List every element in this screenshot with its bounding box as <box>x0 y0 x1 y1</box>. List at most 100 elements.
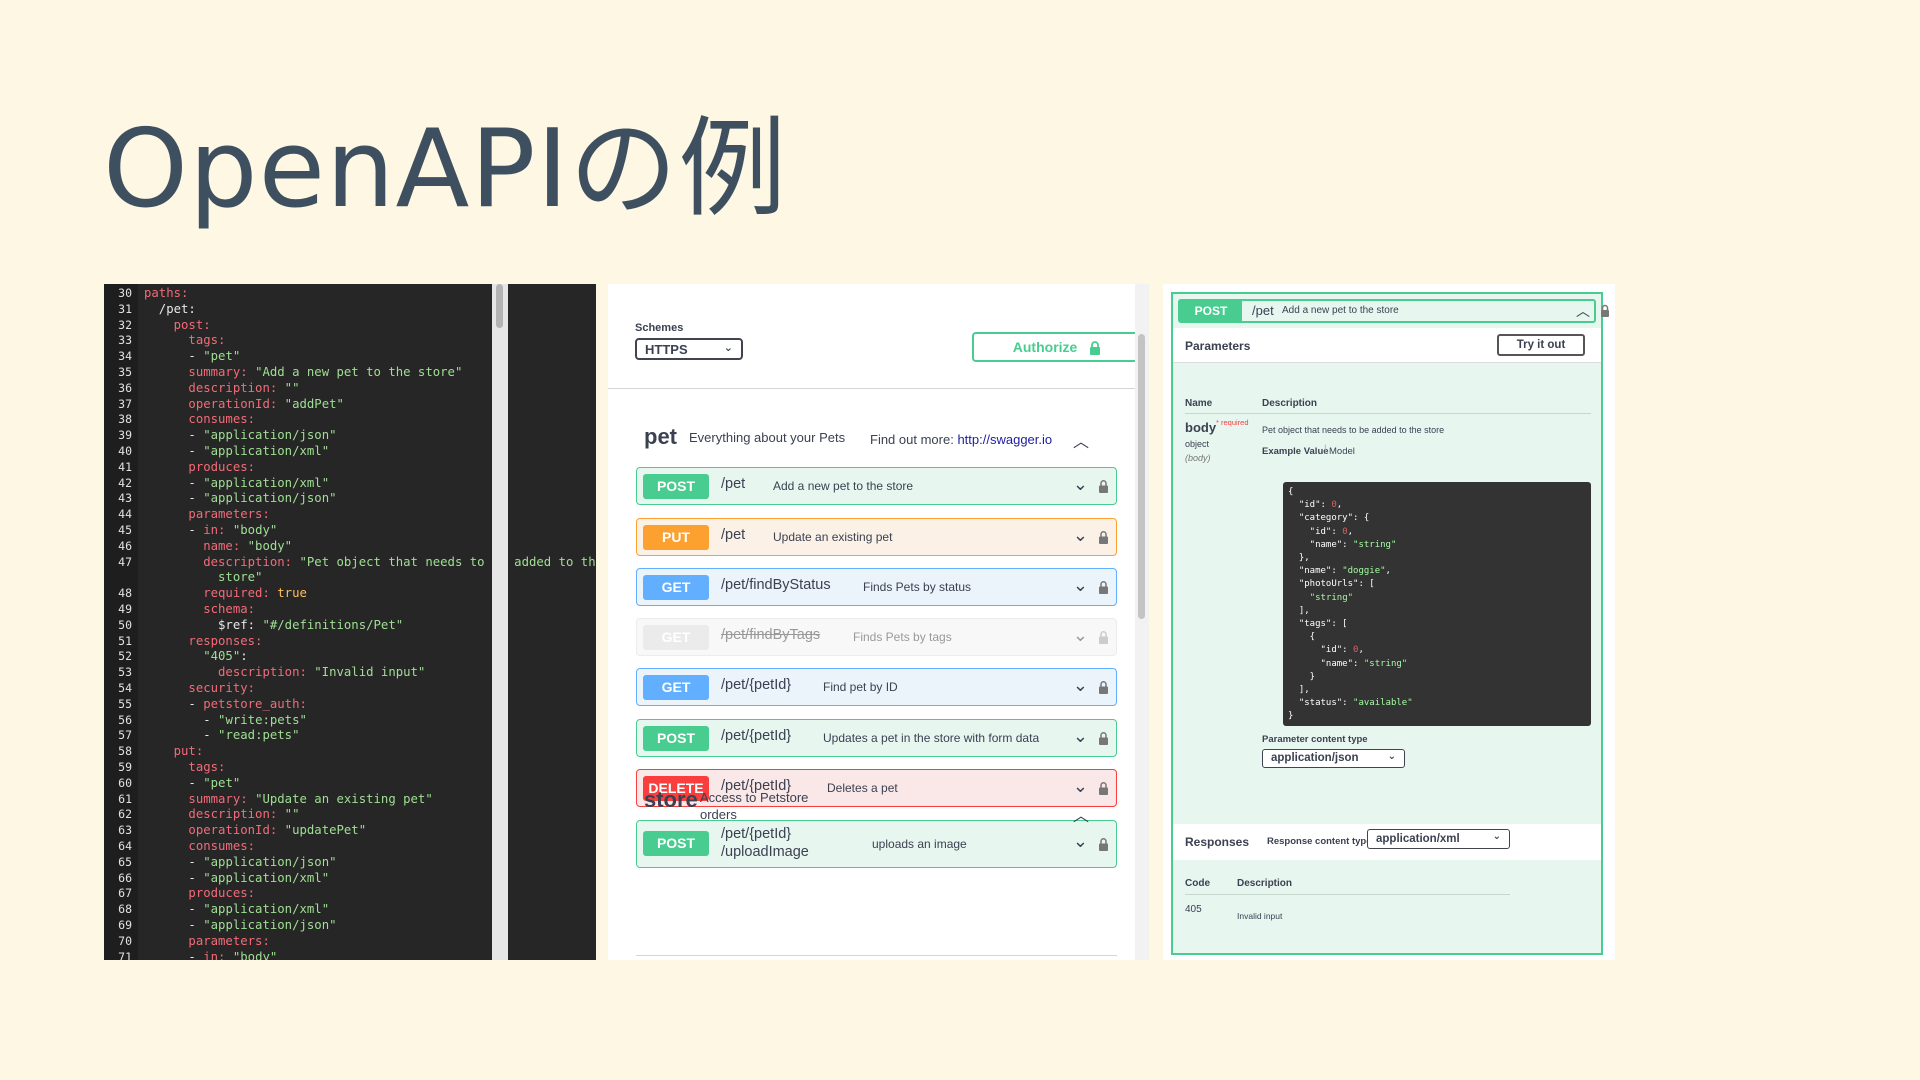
code-token: "write:pets" <box>218 712 307 727</box>
line-number: 30 <box>118 286 132 300</box>
response-content-type-label: Response content type <box>1267 836 1372 847</box>
example-value-tab[interactable]: Example Value <box>1262 446 1329 457</box>
chevron-up-icon[interactable]: ︿ <box>1073 802 1089 826</box>
column-header-code: Code <box>1185 878 1210 889</box>
code-token: produces: <box>144 459 256 474</box>
code-text: - "application/json" <box>144 428 336 443</box>
code-token: - <box>144 444 204 458</box>
line-number: 40 <box>118 444 132 458</box>
code-text: operationId: "addPet" <box>144 397 344 412</box>
yaml-editor[interactable]: 30 paths: 31 /pet: 32 post: 33 tags: 34 - "pe… <box>104 284 596 960</box>
operation-post[interactable]: POST/pet Add a new pet to the store ⌄ <box>636 467 1117 505</box>
operation-summary: Finds Pets by status <box>863 580 972 594</box>
lock-icon[interactable] <box>1098 781 1109 795</box>
operation-detail: POST /pet Add a new pet to the store ︿ P… <box>1171 292 1609 955</box>
param-in: (body) <box>1185 453 1211 463</box>
chevron-down-icon[interactable]: ⌄ <box>1073 575 1088 596</box>
lock-icon[interactable] <box>1098 630 1109 644</box>
chevron-down-icon[interactable]: ⌄ <box>1073 675 1088 696</box>
code-token: - <box>144 428 204 443</box>
json-line: { <box>1288 486 1293 499</box>
json-line: } <box>1288 710 1293 723</box>
chevron-down-icon[interactable]: ⌄ <box>1073 525 1088 546</box>
lock-icon[interactable] <box>1098 731 1109 745</box>
code-text: description: "" <box>144 381 299 396</box>
code-token: - <box>144 712 219 727</box>
editor-scrollbar-thumb[interactable] <box>496 284 503 328</box>
line-number: 51 <box>118 633 132 648</box>
code-text: produces: <box>144 886 255 901</box>
code-token: "" <box>284 380 300 395</box>
model-tab[interactable]: Model <box>1329 446 1355 457</box>
chevron-down-icon[interactable]: ⌄ <box>1073 831 1088 852</box>
json-line: "id": 0, <box>1288 499 1342 512</box>
line-number: 32 <box>118 317 132 332</box>
line-number: 65 <box>118 854 132 869</box>
tag-header-pet[interactable]: pet Everything about your Pets Find out … <box>608 414 1135 458</box>
json-token: "id": <box>1288 645 1354 656</box>
lock-icon[interactable] <box>1098 837 1109 851</box>
json-token: "name": <box>1288 658 1364 669</box>
code-token: "application/json" <box>203 918 337 932</box>
code-token: "application/json" <box>203 491 337 506</box>
code-text: /pet: <box>144 302 196 317</box>
operation-get[interactable]: GET/pet/findByStatus Finds Pets by status… <box>636 568 1117 606</box>
json-line: "name": "doggie", <box>1288 565 1391 578</box>
operation-post[interactable]: POST/pet/{petId} /uploadImage uploads an … <box>636 820 1117 868</box>
operation-get[interactable]: GET/pet/findByTags Finds Pets by tags ⌄ <box>636 618 1117 656</box>
operation-put[interactable]: PUT/pet Update an existing pet ⌄ <box>636 518 1117 556</box>
code-token: description: <box>144 554 300 569</box>
swagger-link[interactable]: http://swagger.io <box>957 432 1052 447</box>
code-text: tags: <box>144 760 225 775</box>
swagger-scrollbar[interactable] <box>1135 284 1149 960</box>
code-text: post: <box>144 318 211 333</box>
line-number: 60 <box>118 775 132 790</box>
json-token: "status": <box>1288 698 1354 709</box>
chevron-down-icon: ⌄ <box>1492 831 1501 842</box>
chevron-down-icon[interactable]: ⌄ <box>1073 726 1088 747</box>
chevron-down-icon[interactable]: ⌄ <box>1073 474 1088 495</box>
chevron-up-icon[interactable]: ︿ <box>1073 428 1089 452</box>
operation-get[interactable]: GET/pet/{petId} Find pet by ID ⌄ <box>636 668 1117 706</box>
json-line: ], <box>1288 684 1310 697</box>
code-token: - <box>144 523 204 537</box>
lock-icon[interactable] <box>1098 479 1109 493</box>
editor-scrollbar[interactable] <box>492 284 508 960</box>
operation-summary-bar[interactable]: POST /pet Add a new pet to the store ︿ <box>1178 299 1596 323</box>
code-token: - <box>144 949 204 960</box>
operation-post[interactable]: POST/pet/{petId} Updates a pet in the sto… <box>636 719 1117 757</box>
code-text: summary: "Add a new pet to the store" <box>144 365 462 380</box>
chevron-down-icon[interactable]: ⌄ <box>1073 625 1088 646</box>
code-text: description: "" <box>144 807 299 822</box>
code-text: - "read:pets" <box>144 728 299 743</box>
lock-icon[interactable] <box>1098 680 1109 694</box>
method-badge: POST <box>643 726 709 751</box>
json-token: "photoUrls": [ <box>1288 579 1375 590</box>
chevron-down-icon[interactable]: ⌄ <box>1073 776 1088 797</box>
line-number: 69 <box>118 918 132 932</box>
schemes-select[interactable]: HTTPS ⌄ <box>635 338 743 360</box>
lock-icon[interactable] <box>1600 304 1610 317</box>
code-token: "body" <box>232 523 278 537</box>
code-text: tags: <box>144 333 225 348</box>
json-line: "name": "string" <box>1288 539 1397 552</box>
operation-summary: Deletes a pet <box>827 781 898 795</box>
response-content-type-select[interactable]: application/xml ⌄ <box>1367 829 1510 849</box>
code-token: post: <box>144 317 211 332</box>
json-token: "available" <box>1353 698 1413 709</box>
try-it-out-button[interactable]: Try it out <box>1497 334 1585 356</box>
param-content-type-select[interactable]: application/json ⌄ <box>1262 749 1405 768</box>
code-text: - petstore_auth: <box>144 697 306 712</box>
json-line: "string" <box>1288 592 1353 605</box>
chevron-up-icon[interactable]: ︿ <box>1576 301 1590 321</box>
lock-icon[interactable] <box>1098 530 1109 544</box>
line-number: 45 <box>118 523 132 537</box>
code-token: consumes: <box>144 412 256 427</box>
line-number: 47 <box>118 554 132 569</box>
authorize-button[interactable]: Authorize <box>972 332 1135 362</box>
line-number: 52 <box>118 649 132 664</box>
responses-title: Responses <box>1185 835 1250 849</box>
code-token: "Update an existing pet" <box>255 791 433 806</box>
swagger-scrollbar-thumb[interactable] <box>1138 334 1145 619</box>
lock-icon[interactable] <box>1098 580 1109 594</box>
